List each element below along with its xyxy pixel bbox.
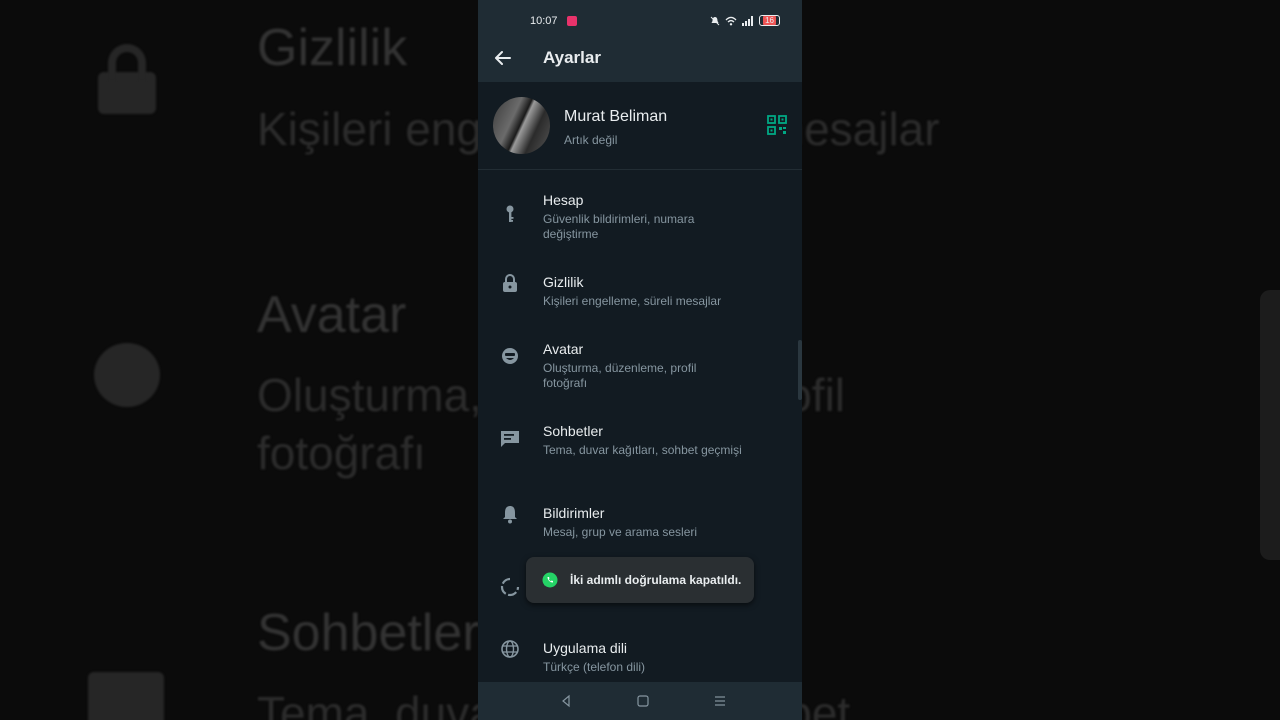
settings-item-sohbetler[interactable]: Sohbetler Tema, duvar kağıtları, sohbet … <box>478 423 802 483</box>
nav-back-icon[interactable] <box>558 693 574 709</box>
nav-home-icon[interactable] <box>635 693 651 709</box>
settings-item-avatar[interactable]: Avatar Oluşturma, düzenleme, profil foto… <box>478 341 802 401</box>
status-time: 10:07 <box>530 15 558 27</box>
settings-item-sub: Kişileri engelleme, süreli mesajlar <box>543 294 722 308</box>
settings-item-sub: Güvenlik bildirimleri, numara değiştirme <box>543 212 695 241</box>
whatsapp-icon <box>542 572 558 588</box>
settings-item-sub: Oluşturma, düzenleme, profil fotoğrafı <box>543 361 697 390</box>
toast-message: İki adımlı doğrulama kapatıldı. <box>570 573 742 587</box>
globe-icon <box>501 640 519 658</box>
battery-level: 16 <box>763 16 776 25</box>
qr-code-icon[interactable] <box>767 115 787 135</box>
arrow-left-icon[interactable] <box>493 48 513 68</box>
settings-item-label: Uygulama dili <box>543 640 628 656</box>
settings-item-sub: Mesaj, grup ve arama sesleri <box>543 525 698 539</box>
bg-line-mid-2: fotoğrafı <box>257 427 426 479</box>
lock-shackle-icon <box>108 44 146 80</box>
settings-item-hesap[interactable]: Hesap Güvenlik bildirimleri, numara deği… <box>478 192 802 252</box>
nav-recents-icon[interactable] <box>712 693 728 709</box>
settings-item-label: Sohbetler <box>543 423 603 439</box>
avatar-icon <box>94 343 160 407</box>
settings-item-label: Hesap <box>543 192 584 208</box>
screen-record-icon <box>567 16 577 26</box>
profile-row[interactable]: Murat Beliman Artık değil <box>478 82 802 170</box>
bell-icon <box>503 506 517 524</box>
mute-bell-icon <box>710 16 720 25</box>
status-bar: 10:07 16 <box>478 0 802 40</box>
settings-item-sub: Tema, duvar kağıtları, sohbet geçmişi <box>543 443 742 457</box>
settings-item-bildirimler[interactable]: Bildirimler Mesaj, grup ve arama sesleri <box>478 505 802 565</box>
battery-indicator: 16 <box>759 15 780 26</box>
settings-item-label: Bildirimler <box>543 505 605 521</box>
scrollbar[interactable] <box>798 340 802 400</box>
app-bar: Ayarlar <box>478 40 802 82</box>
bg-side-strip <box>1260 290 1280 560</box>
status-icons: 16 <box>710 15 780 26</box>
profile-name: Murat Beliman <box>564 108 668 125</box>
avatar-icon <box>502 348 518 364</box>
bg-title-bottom: Sohbetler <box>257 604 480 662</box>
chat-icon <box>501 431 519 447</box>
toast-notification: İki adımlı doğrulama kapatıldı. <box>526 557 754 603</box>
settings-item-gizlilik[interactable]: Gizlilik Kişileri engelleme, süreli mesa… <box>478 274 802 334</box>
settings-item-label: Avatar <box>543 341 584 357</box>
avatar[interactable] <box>493 97 550 154</box>
data-usage-icon <box>500 577 520 597</box>
chat-icon <box>88 672 164 720</box>
page-title: Ayarlar <box>543 48 601 67</box>
lock-icon <box>503 274 517 292</box>
settings-item-sub: Türkçe (telefon dili) <box>543 660 646 674</box>
signal-icon <box>742 15 754 26</box>
bg-title-top: Gizlilik <box>257 19 408 77</box>
key-icon <box>506 205 514 222</box>
profile-status: Artık değil <box>564 133 618 147</box>
bg-title-mid: Avatar <box>257 286 407 344</box>
system-nav-bar <box>478 682 802 720</box>
phone-screen: 10:07 16 Ayarlar Murat Beliman Artık değ… <box>478 0 802 720</box>
wifi-icon <box>725 16 737 25</box>
settings-item-label: Gizlilik <box>543 274 584 290</box>
